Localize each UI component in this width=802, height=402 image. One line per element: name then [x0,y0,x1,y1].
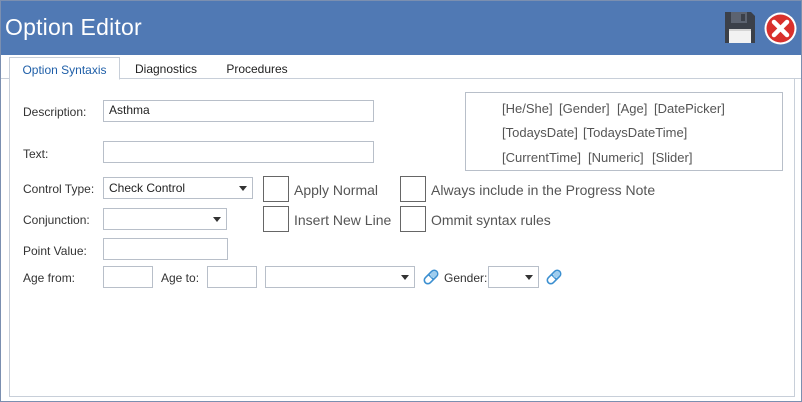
control-type-value: Check Control [109,181,186,195]
floppy-disk-icon [725,12,755,43]
token-datepicker[interactable]: [DatePicker] [654,101,725,116]
always-include-label: Always include in the Progress Note [431,182,656,198]
token-he-she[interactable]: [He/She] [502,101,553,116]
tab-strip: Option Syntaxis Diagnostics Procedures [1,55,801,80]
text-input[interactable] [103,141,374,163]
eraser-icon [423,269,439,285]
conjunction-label: Conjunction: [23,213,90,227]
tab-diagnostics[interactable]: Diagnostics [125,57,207,80]
age-to-input[interactable] [207,266,257,288]
conjunction-select[interactable] [103,208,227,230]
gender-label: Gender: [444,271,488,285]
age-unit-select[interactable] [265,266,415,288]
save-button[interactable] [723,10,757,45]
description-input[interactable]: Asthma [103,100,374,122]
tab-option-syntaxis[interactable]: Option Syntaxis [9,57,120,80]
token-slider[interactable]: [Slider] [652,150,692,165]
gender-select[interactable] [488,266,539,288]
ommit-syntax-label: Ommit syntax rules [431,212,551,228]
age-from-input[interactable] [103,266,153,288]
chevron-down-icon [401,275,409,280]
insert-new-line-checkbox[interactable] [263,206,289,232]
title-bar: Option Editor [1,1,801,55]
chevron-down-icon [213,217,221,222]
option-editor-window: Option Editor Option Syntaxis Diagnostic… [0,0,802,402]
control-type-label: Control Type: [23,182,95,196]
close-circle-icon [764,12,797,45]
token-todays-date[interactable]: [TodaysDate] [502,125,578,140]
description-label: Description: [23,105,87,119]
apply-normal-label: Apply Normal [294,182,379,198]
clear-gender-button[interactable] [544,267,564,287]
age-from-label: Age from: [23,271,76,285]
age-to-label: Age to: [161,271,200,285]
insert-new-line-label: Insert New Line [294,212,392,228]
token-numeric[interactable]: [Numeric] [588,150,644,165]
close-button[interactable] [763,11,798,46]
window-title: Option Editor [5,14,142,40]
always-include-checkbox[interactable] [400,176,426,202]
clear-age-button[interactable] [421,267,441,287]
point-value-input[interactable] [103,238,228,260]
token-age[interactable]: [Age] [617,101,647,116]
point-value-label: Point Value: [23,244,87,258]
eraser-icon [546,269,562,285]
text-label: Text: [23,147,49,161]
token-gender[interactable]: [Gender] [559,101,610,116]
tab-procedures[interactable]: Procedures [217,57,297,80]
chevron-down-icon [239,186,247,191]
token-todays-datetime[interactable]: [TodaysDateTime] [583,125,687,140]
chevron-down-icon [525,275,533,280]
ommit-syntax-checkbox[interactable] [400,206,426,232]
apply-normal-checkbox[interactable] [263,176,289,202]
control-type-select[interactable]: Check Control [103,177,253,199]
token-current-time[interactable]: [CurrentTime] [502,150,581,165]
